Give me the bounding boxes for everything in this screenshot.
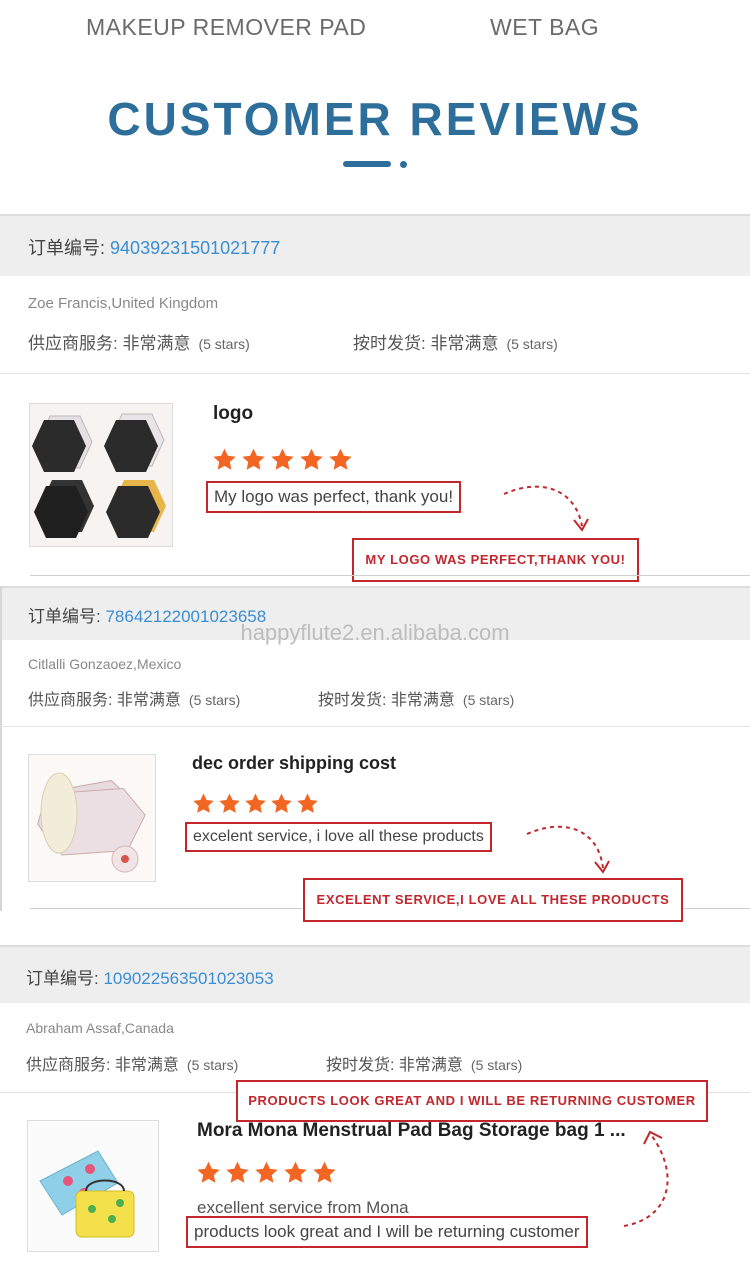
star-icon: [313, 1161, 336, 1183]
review-comment: excelent service, i love all these produ…: [185, 822, 492, 852]
star-icon: [271, 793, 292, 813]
product-thumbnail[interactable]: [29, 403, 173, 547]
product-name[interactable]: logo: [213, 403, 253, 425]
order-number[interactable]: 94039231501021777: [110, 238, 280, 258]
tab-makeup-remover-pad[interactable]: MAKEUP REMOVER PAD: [86, 14, 366, 41]
pads-image: [29, 755, 155, 881]
pads-image: [30, 404, 172, 546]
top-tabs: MAKEUP REMOVER PAD WET BAG: [0, 0, 750, 60]
supplier-service-rating: 供应商服务: 非常满意 (5 stars): [28, 686, 240, 710]
divider: [0, 373, 750, 374]
star-rating: [196, 1160, 337, 1185]
supplier-service-rating: 供应商服务: 非常满意 (5 stars): [26, 1051, 238, 1075]
star-icon: [329, 448, 352, 470]
order-number[interactable]: 109022563501023053: [103, 969, 273, 988]
translation-label: EXCELENT SERVICE,I LOVE ALL THESE PRODUC…: [303, 878, 683, 922]
order-label: 订单编号:: [26, 969, 99, 988]
arrow-icon: [623, 1130, 669, 1227]
supplier-service-label: 供应商服务: 非常满意: [28, 334, 191, 353]
star-icon: [242, 448, 265, 470]
order-label: 订单编号:: [28, 238, 106, 258]
supplier-service-label: 供应商服务: 非常满意: [28, 692, 181, 709]
buyer-name: Abraham Assaf,Canada: [26, 1020, 174, 1036]
product-thumbnail[interactable]: [28, 754, 156, 882]
title-dot: [400, 161, 407, 168]
shipping-stars-text: (5 stars): [470, 1057, 523, 1073]
star-icon: [213, 448, 236, 470]
star-icon: [219, 793, 240, 813]
star-icon: [297, 793, 318, 813]
star-icon: [255, 1161, 278, 1183]
star-icon: [193, 793, 214, 813]
arrow-icon: [526, 825, 610, 874]
star-icon: [300, 448, 323, 470]
star-icon: [197, 1161, 220, 1183]
star-icon: [284, 1161, 307, 1183]
divider: [684, 908, 750, 909]
wet-bag-image: [28, 1121, 158, 1251]
title-underline: [343, 161, 391, 167]
shipping-rating: 按时发货: 非常满意 (5 stars): [318, 686, 514, 710]
shipping-rating: 按时发货: 非常满意 (5 stars): [326, 1051, 522, 1075]
divider: [0, 726, 750, 727]
tab-wet-bag[interactable]: WET BAG: [490, 14, 599, 41]
shipping-label: 按时发货: 非常满意: [318, 692, 455, 709]
divider: [30, 908, 302, 909]
section-title: CUSTOMER REVIEWS: [107, 93, 643, 145]
order-number-line: 订单编号: 94039231501021777: [28, 234, 280, 260]
star-icon: [226, 1161, 249, 1183]
star-rating: [192, 792, 319, 815]
shipping-rating: 按时发货: 非常满意 (5 stars): [353, 329, 558, 354]
shipping-stars-text: (5 stars): [506, 336, 558, 352]
product-name[interactable]: dec order shipping cost: [192, 753, 396, 774]
supplier-service-label: 供应商服务: 非常满意: [26, 1057, 179, 1074]
translation-label: PRODUCTS LOOK GREAT AND I WILL BE RETURN…: [236, 1080, 708, 1122]
shipping-label: 按时发货: 非常满意: [326, 1057, 463, 1074]
divider: [30, 575, 750, 576]
star-rating: [212, 447, 353, 472]
product-name[interactable]: Mora Mona Menstrual Pad Bag Storage bag …: [197, 1120, 626, 1142]
shipping-label: 按时发货: 非常满意: [353, 334, 499, 353]
supplier-service-rating: 供应商服务: 非常满意 (5 stars): [28, 329, 250, 354]
review-comment: My logo was perfect, thank you!: [206, 481, 462, 513]
buyer-name: Citlalli Gonzaoez,Mexico: [28, 656, 182, 672]
supplier-stars-text: (5 stars): [198, 336, 250, 352]
review-comment-line1: excellent service from Mona: [197, 1198, 409, 1217]
buyer-name: Zoe Francis,United Kingdom: [28, 295, 219, 312]
supplier-stars-text: (5 stars): [188, 692, 241, 708]
product-thumbnail[interactable]: [27, 1120, 159, 1252]
star-icon: [245, 793, 266, 813]
supplier-stars-text: (5 stars): [186, 1057, 239, 1073]
star-icon: [271, 448, 294, 470]
review-comment: products look great and I will be return…: [186, 1216, 588, 1248]
watermark: happyflute2.en.alibaba.com: [240, 620, 510, 645]
shipping-stars-text: (5 stars): [462, 692, 515, 708]
arrow-icon: [503, 485, 589, 532]
order-number-line: 订单编号: 109022563501023053: [26, 964, 274, 989]
